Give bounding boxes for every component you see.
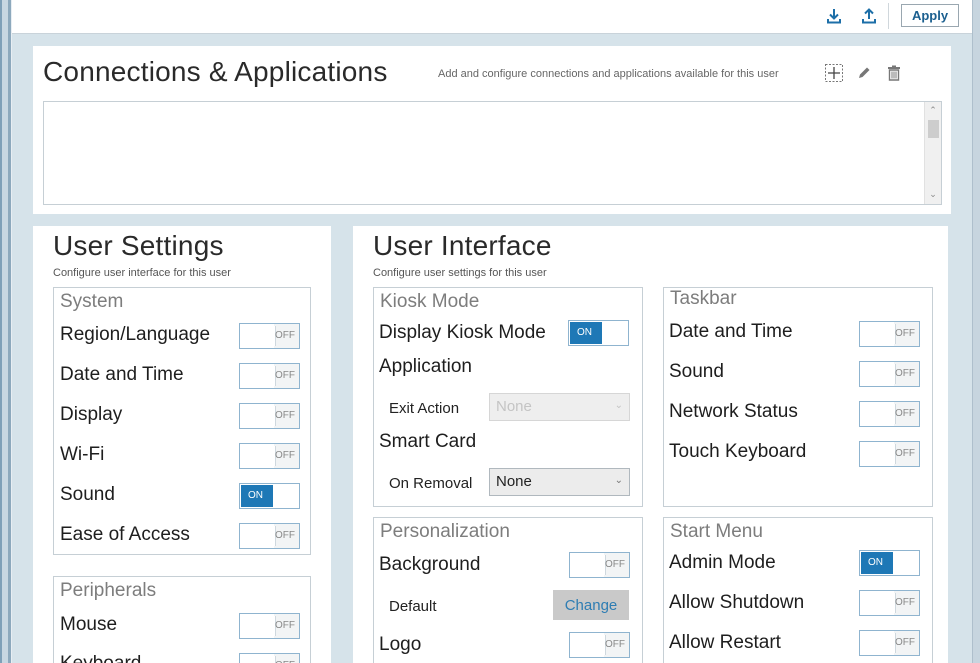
apply-button[interactable]: Apply <box>901 4 959 27</box>
user-settings-title: User Settings <box>53 230 224 261</box>
sound-toggle[interactable]: ON <box>239 483 300 509</box>
smart-card-label: Smart Card <box>379 431 477 452</box>
background-toggle[interactable]: OFF <box>569 552 630 578</box>
region-language-toggle[interactable]: OFF <box>239 323 300 349</box>
display-label: Display <box>60 404 123 425</box>
allow-restart-label: Allow Restart <box>669 632 781 653</box>
connections-list[interactable]: ⌃ ⌄ <box>43 101 942 205</box>
taskbar-date-time-toggle[interactable]: OFF <box>859 321 920 347</box>
connections-title: Connections & Applications <box>43 56 388 87</box>
default-label: Default <box>389 598 437 615</box>
exit-action-select[interactable]: None ⌄ <box>489 393 630 421</box>
personalization-group: Personalization Background OFF Default C… <box>373 517 643 663</box>
vertical-scrollbar[interactable]: ⌃ ⌄ <box>924 102 941 204</box>
on-removal-value: None <box>496 473 532 490</box>
ease-of-access-toggle[interactable]: OFF <box>239 523 300 549</box>
download-icon[interactable] <box>820 3 848 29</box>
touch-keyboard-label: Touch Keyboard <box>669 441 807 462</box>
exit-action-label: Exit Action <box>389 400 460 417</box>
scroll-thumb[interactable] <box>928 120 939 138</box>
delete-icon[interactable] <box>883 62 905 84</box>
peripherals-group: Peripherals Mouse OFF Keyboard OFF <box>53 576 311 663</box>
application-label: Application <box>379 356 472 377</box>
date-time-label: Date and Time <box>60 364 184 385</box>
system-group-title: System <box>60 291 124 312</box>
system-group: System Region/Language OFF Date and Time… <box>53 287 311 555</box>
kiosk-mode-title: Kiosk Mode <box>380 291 480 312</box>
ease-of-access-label: Ease of Access <box>60 524 190 545</box>
connections-description: Add and configure connections and applic… <box>438 68 779 80</box>
taskbar-sound-toggle[interactable]: OFF <box>859 361 920 387</box>
mouse-toggle[interactable]: OFF <box>239 613 300 639</box>
date-time-toggle[interactable]: OFF <box>239 363 300 389</box>
taskbar-date-time-label: Date and Time <box>669 321 793 342</box>
sound-label: Sound <box>60 484 115 505</box>
region-language-label: Region/Language <box>60 324 211 345</box>
user-interface-panel: User Interface Configure user settings f… <box>353 226 948 663</box>
network-status-label: Network Status <box>669 401 798 422</box>
allow-restart-toggle[interactable]: OFF <box>859 630 920 656</box>
user-settings-subtitle: Configure user interface for this user <box>53 267 231 279</box>
logo-label: Logo <box>379 634 422 655</box>
on-removal-select[interactable]: None ⌄ <box>489 468 630 496</box>
toolbar-separator <box>888 3 889 29</box>
kiosk-mode-group: Kiosk Mode Display Kiosk Mode ON Applica… <box>373 287 643 507</box>
keyboard-toggle[interactable]: OFF <box>239 653 300 663</box>
user-interface-subtitle: Configure user settings for this user <box>373 267 547 279</box>
start-menu-group: Start Menu Admin Mode ON Allow Shutdown … <box>663 517 933 663</box>
exit-action-value: None <box>496 398 532 415</box>
personalization-title: Personalization <box>380 521 510 542</box>
keyboard-label: Keyboard <box>60 653 141 663</box>
allow-shutdown-label: Allow Shutdown <box>669 592 805 613</box>
start-menu-title: Start Menu <box>670 521 763 542</box>
mouse-label: Mouse <box>60 614 118 635</box>
admin-mode-label: Admin Mode <box>669 552 776 573</box>
scroll-up-icon[interactable]: ⌃ <box>925 104 941 118</box>
wifi-toggle[interactable]: OFF <box>239 443 300 469</box>
user-interface-title: User Interface <box>373 230 552 261</box>
connections-panel: Connections & Applications Add and confi… <box>33 46 951 214</box>
chevron-down-icon: ⌄ <box>614 475 623 486</box>
window-right-border <box>972 0 980 663</box>
chevron-down-icon: ⌄ <box>614 400 623 411</box>
touch-keyboard-toggle[interactable]: OFF <box>859 441 920 467</box>
taskbar-sound-label: Sound <box>669 361 724 382</box>
scroll-down-icon[interactable]: ⌄ <box>925 188 941 202</box>
edit-icon[interactable] <box>853 62 875 84</box>
user-settings-panel: User Settings Configure user interface f… <box>33 226 331 663</box>
upload-icon[interactable] <box>855 3 883 29</box>
display-kiosk-toggle[interactable]: ON <box>568 320 629 346</box>
background-label: Background <box>379 554 481 575</box>
on-removal-label: On Removal <box>389 475 473 492</box>
peripherals-group-title: Peripherals <box>60 580 157 601</box>
network-status-toggle[interactable]: OFF <box>859 401 920 427</box>
window-left-border <box>0 0 12 663</box>
taskbar-title: Taskbar <box>670 288 737 309</box>
display-toggle[interactable]: OFF <box>239 403 300 429</box>
taskbar-group: Taskbar Date and Time OFF Sound OFF Netw… <box>663 287 933 507</box>
admin-mode-toggle[interactable]: ON <box>859 550 920 576</box>
logo-toggle[interactable]: OFF <box>569 632 630 658</box>
top-toolbar: Apply <box>12 0 972 34</box>
change-button[interactable]: Change <box>553 590 629 620</box>
add-icon[interactable] <box>823 62 845 84</box>
wifi-label: Wi-Fi <box>60 444 105 465</box>
allow-shutdown-toggle[interactable]: OFF <box>859 590 920 616</box>
display-kiosk-label: Display Kiosk Mode <box>379 322 546 343</box>
